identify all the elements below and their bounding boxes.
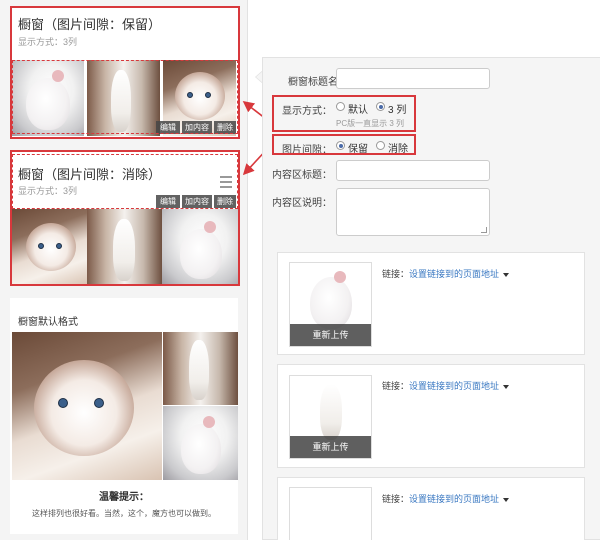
highlight-box-gap [272,134,416,155]
reupload-button[interactable]: 重新上传 [290,436,371,458]
module-title: 橱窗默认格式 [18,317,78,328]
window-title-input[interactable] [336,68,490,89]
link-row: 链接：设置链接到的页面地址 [382,379,510,392]
content-item-3: 链接：设置链接到的页面地址 [277,477,585,540]
item-thumbnail-empty[interactable] [289,487,372,540]
caret-down-icon[interactable] [503,497,510,502]
link-label: 链接： [382,494,410,504]
image-tile-small-2[interactable] [163,406,238,480]
dashed-box-module2 [12,154,238,209]
resize-grip-icon[interactable] [481,227,487,233]
link-value[interactable]: 设置链接到的页面地址 [409,494,499,504]
image-tile-large[interactable] [12,332,162,480]
item-thumbnail[interactable]: 重新上传 [289,262,372,347]
caret-down-icon[interactable] [503,272,510,277]
window-module-default[interactable]: 橱窗默认格式 温馨提示： 这样排列也很好看。当然，这个，魔方也可以做到。 [10,298,238,534]
link-value[interactable]: 设置链接到的页面地址 [409,381,499,391]
dashed-box-module1 [12,60,238,134]
item-thumbnail[interactable]: 重新上传 [289,375,372,459]
content-desc-label: 内容区说明： [272,198,332,209]
tip-text: 这样排列也很好看。当然，这个，魔方也可以做到。 [32,509,216,518]
reupload-button[interactable]: 重新上传 [290,324,371,346]
link-value[interactable]: 设置链接到的页面地址 [409,269,499,279]
link-row: 链接：设置链接到的页面地址 [382,492,510,505]
content-desc-textarea[interactable] [336,188,490,236]
content-title-input[interactable] [336,160,490,181]
caret-down-icon[interactable] [503,384,510,389]
link-label: 链接： [382,269,410,279]
highlight-box-display [272,95,416,132]
content-item-1: 重新上传 链接：设置链接到的页面地址 [277,252,585,355]
phone-preview: 橱窗（图片间隙：保留） 显示方式：3列 编辑 加内容 删除 橱窗（图片间隙：消除… [0,0,248,540]
link-row: 链接：设置链接到的页面地址 [382,267,510,280]
content-item-2: 重新上传 链接：设置链接到的页面地址 [277,364,585,468]
page: 橱窗（图片间隙：保留） 显示方式：3列 编辑 加内容 删除 橱窗（图片间隙：消除… [0,0,600,540]
image-tile-small-1[interactable] [163,332,238,405]
content-title-label: 内容区标题： [272,170,332,181]
link-label: 链接： [382,381,410,391]
tip-title: 温馨提示： [99,492,149,503]
